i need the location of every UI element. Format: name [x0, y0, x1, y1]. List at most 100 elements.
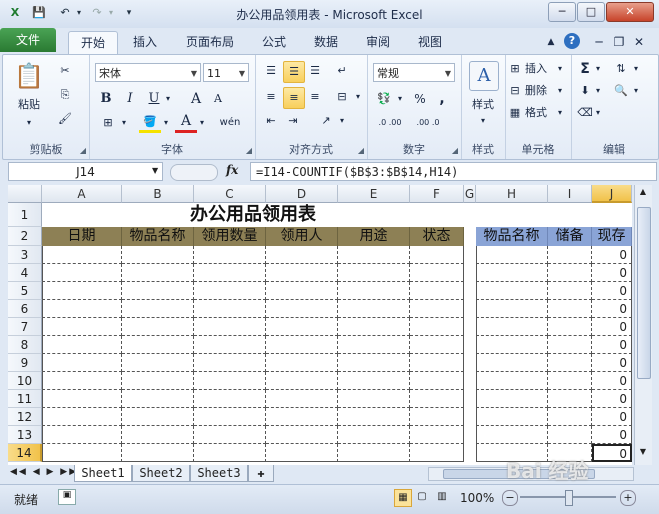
decrease-decimal-button[interactable]: .00 .0 — [411, 113, 445, 133]
cell-b13[interactable] — [122, 426, 194, 444]
cell-j3[interactable]: 0 — [592, 246, 632, 264]
cell-f4[interactable] — [410, 264, 464, 282]
number-format-combo[interactable]: 常规 ▼ — [373, 63, 455, 82]
page-break-view-icon[interactable]: ▥ — [434, 489, 450, 505]
cell-e5[interactable] — [338, 282, 410, 300]
sort-filter-dropdown-icon[interactable]: ▾ — [631, 59, 641, 79]
increase-decimal-button[interactable]: .0 .00 — [373, 113, 407, 133]
clear-dropdown-icon[interactable]: ▾ — [593, 103, 603, 123]
cell-i9[interactable] — [548, 354, 592, 372]
cell-d12[interactable] — [266, 408, 338, 426]
cell-h11[interactable] — [476, 390, 548, 408]
cell-b14[interactable] — [122, 444, 194, 462]
delete-cells-icon[interactable]: ⊟ — [507, 81, 523, 101]
row-header-12[interactable]: 12 — [8, 408, 42, 426]
styles-dropdown-icon[interactable]: ▾ — [473, 111, 493, 131]
cell-c4[interactable] — [194, 264, 266, 282]
tab-data[interactable]: 数据 — [306, 31, 346, 53]
align-center-icon[interactable]: ≡ — [283, 87, 305, 109]
row-header-14[interactable]: 14 — [8, 444, 42, 462]
column-header-g[interactable]: G — [464, 185, 476, 203]
font-launcher-icon[interactable]: ◢ — [246, 146, 252, 155]
cell-e12[interactable] — [338, 408, 410, 426]
column-header-f[interactable]: F — [410, 185, 464, 203]
delete-dropdown-icon[interactable]: ▾ — [555, 81, 565, 101]
macro-record-icon[interactable]: ▣ — [58, 489, 76, 505]
cell-f5[interactable] — [410, 282, 464, 300]
scroll-up-icon[interactable]: ▲ — [637, 187, 649, 201]
vertical-scroll-thumb[interactable] — [637, 207, 651, 379]
insert-cells-button[interactable]: 插入 — [525, 59, 553, 79]
cell-h10[interactable] — [476, 372, 548, 390]
cell-i10[interactable] — [548, 372, 592, 390]
paste-dropdown-icon[interactable]: ▾ — [17, 113, 41, 133]
alignment-launcher-icon[interactable]: ◢ — [358, 146, 364, 155]
cell-c11[interactable] — [194, 390, 266, 408]
cell-i4[interactable] — [548, 264, 592, 282]
column-header-b[interactable]: B — [122, 185, 194, 203]
cell-d8[interactable] — [266, 336, 338, 354]
italic-button[interactable]: I — [121, 89, 139, 109]
tab-view[interactable]: 视图 — [410, 31, 450, 53]
find-select-icon[interactable]: 🔍 — [611, 81, 631, 101]
row-header-7[interactable]: 7 — [8, 318, 42, 336]
cell-a13[interactable] — [42, 426, 122, 444]
cell-h3[interactable] — [476, 246, 548, 264]
grow-font-button[interactable]: A — [187, 89, 205, 109]
cell-f6[interactable] — [410, 300, 464, 318]
clear-icon[interactable]: ⌫ — [577, 103, 593, 123]
clipboard-launcher-icon[interactable]: ◢ — [80, 146, 86, 155]
cell-d5[interactable] — [266, 282, 338, 300]
cell-b10[interactable] — [122, 372, 194, 390]
name-box-dropdown-icon[interactable]: ▼ — [152, 166, 158, 175]
tab-review[interactable]: 审阅 — [358, 31, 398, 53]
cell-j5[interactable]: 0 — [592, 282, 632, 300]
cell-e9[interactable] — [338, 354, 410, 372]
font-name-combo[interactable]: 宋体 ▼ — [95, 63, 201, 82]
zoom-level[interactable]: 100% — [460, 491, 494, 505]
cell-f3[interactable] — [410, 246, 464, 264]
cell-j9[interactable]: 0 — [592, 354, 632, 372]
close-button[interactable]: ✕ — [606, 2, 654, 22]
shrink-font-button[interactable]: A — [209, 89, 227, 109]
cell-e13[interactable] — [338, 426, 410, 444]
minimize-ribbon-icon[interactable]: ▲ — [544, 31, 558, 53]
fill-icon[interactable]: ⬇ — [577, 81, 593, 101]
cell-c7[interactable] — [194, 318, 266, 336]
cell-i11[interactable] — [548, 390, 592, 408]
select-all-corner[interactable] — [8, 185, 42, 203]
increase-indent-icon[interactable]: ⇥ — [283, 111, 303, 131]
find-dropdown-icon[interactable]: ▾ — [631, 81, 641, 101]
cell-a3[interactable] — [42, 246, 122, 264]
merge-dropdown-icon[interactable]: ▾ — [353, 87, 363, 107]
cell-f12[interactable] — [410, 408, 464, 426]
cell-f9[interactable] — [410, 354, 464, 372]
workbook-restore-icon[interactable]: ❐ — [612, 31, 626, 53]
row-header-11[interactable]: 11 — [8, 390, 42, 408]
name-box[interactable]: J14 — [8, 162, 163, 181]
cell-c8[interactable] — [194, 336, 266, 354]
cell-h4[interactable] — [476, 264, 548, 282]
cell-f10[interactable] — [410, 372, 464, 390]
currency-dropdown-icon[interactable]: ▾ — [395, 89, 405, 109]
align-right-icon[interactable]: ≡ — [305, 87, 325, 107]
cell-d7[interactable] — [266, 318, 338, 336]
cell-d4[interactable] — [266, 264, 338, 282]
format-cells-button[interactable]: 格式 — [525, 103, 553, 123]
fill-color-dropdown-icon[interactable]: ▾ — [161, 113, 171, 133]
maximize-button[interactable]: □ — [577, 2, 605, 22]
cell-j11[interactable]: 0 — [592, 390, 632, 408]
normal-view-icon[interactable]: ▦ — [394, 489, 412, 507]
cell-a8[interactable] — [42, 336, 122, 354]
tab-formulas[interactable]: 公式 — [254, 31, 294, 53]
cell-c14[interactable] — [194, 444, 266, 462]
cell-d14[interactable] — [266, 444, 338, 462]
format-painter-icon[interactable]: 🖌 — [55, 109, 75, 129]
paste-button[interactable]: 粘贴 — [9, 95, 49, 115]
font-color-dropdown-icon[interactable]: ▾ — [197, 113, 207, 133]
column-header-h[interactable]: H — [476, 185, 548, 203]
cell-c5[interactable] — [194, 282, 266, 300]
cell-b3[interactable] — [122, 246, 194, 264]
percent-button[interactable]: % — [411, 89, 429, 109]
cell-b9[interactable] — [122, 354, 194, 372]
